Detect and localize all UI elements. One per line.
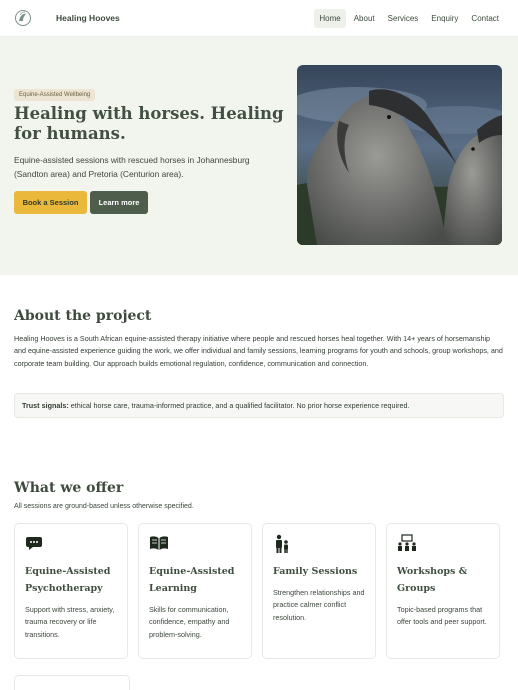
trust-signals-box: Trust signals: ethical horse care, traum…: [14, 393, 504, 418]
about-body: Healing Hooves is a South African equine…: [14, 334, 503, 368]
hero-title: Healing with horses. Healing for humans.: [14, 104, 284, 143]
family-icon: [273, 534, 291, 553]
main-menu: Home About Services Enquiry Contact: [314, 8, 504, 28]
hero-section: Equine-Assisted Wellbeing Healing with h…: [0, 37, 518, 275]
service-card-learning[interactable]: Equine-Assisted Learning Skills for comm…: [138, 523, 252, 659]
card-text: Support with stress, anxiety, trauma rec…: [25, 605, 115, 639]
offer-title: What we offer: [14, 480, 124, 496]
card-title: Equine-Assisted Learning: [149, 566, 235, 594]
offer-subtitle: All sessions are ground-based unless oth…: [14, 503, 194, 510]
nav-enquiry[interactable]: Enquiry: [426, 9, 463, 28]
service-card-family[interactable]: Family Sessions Strengthen relationships…: [262, 523, 376, 659]
nav-home[interactable]: Home: [314, 8, 346, 28]
hero-horses-image: [297, 65, 502, 245]
nav-about[interactable]: About: [349, 9, 380, 28]
brand-name: Healing Hooves: [56, 13, 120, 23]
card-title: Equine-Assisted Psychotherapy: [25, 566, 111, 594]
trust-label: Trust signals:: [22, 401, 69, 410]
card-title: Family Sessions: [273, 566, 358, 577]
card-text: Skills for communication, confidence, em…: [149, 605, 230, 639]
card-text: Topic-based programs that offer tools an…: [397, 605, 487, 627]
hero-subtitle: Equine-assisted sessions with rescued ho…: [14, 155, 250, 179]
workshop-group-icon: [397, 534, 416, 552]
page: Healing Hooves Home About Services Enqui…: [0, 0, 518, 690]
book-session-button[interactable]: Book a Session: [14, 191, 87, 214]
hero-badge: Equine-Assisted Wellbeing: [14, 89, 96, 101]
chat-bubble-icon: [25, 534, 43, 552]
card-text: Strengthen relationships and practice ca…: [273, 588, 365, 622]
card-title: Workshops & Groups: [397, 566, 468, 594]
trust-text: ethical horse care, trauma-informed prac…: [68, 401, 410, 410]
book-icon: [149, 534, 168, 552]
about-title: About the project: [14, 308, 152, 324]
nav-contact[interactable]: Contact: [466, 9, 504, 28]
logo: [14, 7, 50, 29]
service-card-workshops[interactable]: Workshops & Groups Topic-based programs …: [386, 523, 500, 659]
learn-more-button[interactable]: Learn more: [90, 191, 148, 214]
brand[interactable]: Healing Hooves: [14, 7, 120, 29]
top-nav: Healing Hooves Home About Services Enqui…: [0, 0, 518, 37]
service-card-psychotherapy[interactable]: Equine-Assisted Psychotherapy Support wi…: [14, 523, 128, 659]
service-card-partial: [14, 675, 130, 690]
nav-services[interactable]: Services: [383, 9, 424, 28]
